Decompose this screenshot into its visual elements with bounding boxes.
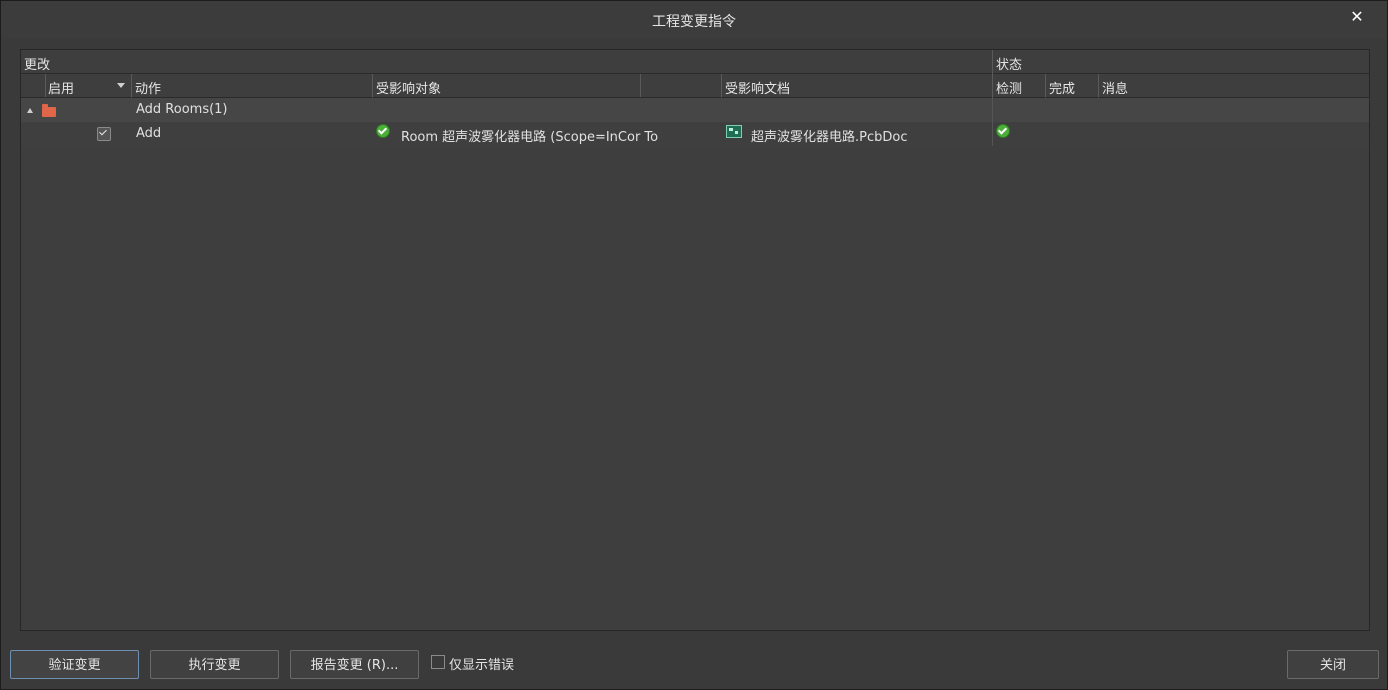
- column-header-check-label: 检测: [996, 82, 1023, 97]
- report-changes-button[interactable]: 报告变更 (R)...: [290, 650, 419, 679]
- column-header-check[interactable]: 检测: [993, 74, 1045, 98]
- group-action: Add Rooms(1): [136, 102, 228, 117]
- only-show-errors-checkbox[interactable]: [431, 655, 445, 669]
- sort-dropdown-icon[interactable]: [117, 83, 125, 88]
- expand-triangle-icon[interactable]: [27, 108, 33, 113]
- only-show-errors-label: 仅显示错误: [449, 658, 515, 673]
- folder-icon: [42, 104, 56, 117]
- cell-divider: [992, 98, 993, 122]
- group-header-changes-label: 更改: [24, 58, 51, 73]
- dialog-title: 工程变更指令: [652, 14, 736, 30]
- close-button[interactable]: 关闭: [1287, 650, 1379, 679]
- column-divider: [45, 74, 46, 97]
- group-header-status: 状态: [993, 50, 1369, 74]
- pcb-document-icon: [726, 125, 742, 138]
- column-header-tree: [21, 74, 45, 98]
- column-header-done-label: 完成: [1049, 82, 1076, 97]
- title-bar: 工程变更指令 ✕: [1, 1, 1387, 39]
- column-header-enable-label: 启用: [48, 82, 75, 97]
- affected-object: Room 超声波雾化器电路 (Scope=InCor To: [401, 130, 659, 145]
- validate-changes-button[interactable]: 验证变更: [10, 650, 139, 679]
- close-icon[interactable]: ✕: [1347, 7, 1367, 27]
- execute-changes-button[interactable]: 执行变更: [150, 650, 279, 679]
- column-header-affected-document-label: 受影响文档: [725, 82, 791, 97]
- table-row-group[interactable]: Add Rooms(1): [21, 98, 1369, 122]
- check-icon: [376, 124, 390, 138]
- column-header-message-label: 消息: [1102, 82, 1129, 97]
- check-icon: [996, 124, 1010, 138]
- column-header-affected-document[interactable]: 受影响文档: [722, 74, 992, 98]
- group-header-changes: 更改: [21, 50, 992, 74]
- table-row[interactable]: Add Room 超声波雾化器电路 (Scope=InCor To 超声波雾化器…: [21, 122, 1369, 146]
- enable-checkbox[interactable]: [97, 127, 111, 141]
- column-header-affected-object[interactable]: 受影响对象: [373, 74, 721, 98]
- column-divider: [640, 74, 641, 97]
- changes-grid: 更改 状态 启用 动作 受影响对象 受影响文档 检测 完成 消息 Add Roo…: [20, 49, 1370, 631]
- ecn-dialog: 工程变更指令 ✕ 更改 状态 启用 动作 受影响对象 受影响文档 检测 完成 消…: [0, 0, 1388, 690]
- column-header-message[interactable]: 消息: [1099, 74, 1369, 98]
- column-header-enable[interactable]: 启用: [45, 74, 131, 98]
- column-header-action[interactable]: 动作: [132, 74, 372, 98]
- cell-divider: [992, 122, 993, 146]
- column-header-done[interactable]: 完成: [1046, 74, 1098, 98]
- affected-document: 超声波雾化器电路.PcbDoc: [751, 130, 908, 145]
- column-header-action-label: 动作: [135, 82, 162, 97]
- column-header-affected-object-label: 受影响对象: [376, 82, 442, 97]
- group-header-status-label: 状态: [996, 58, 1023, 73]
- row-action: Add: [136, 126, 162, 141]
